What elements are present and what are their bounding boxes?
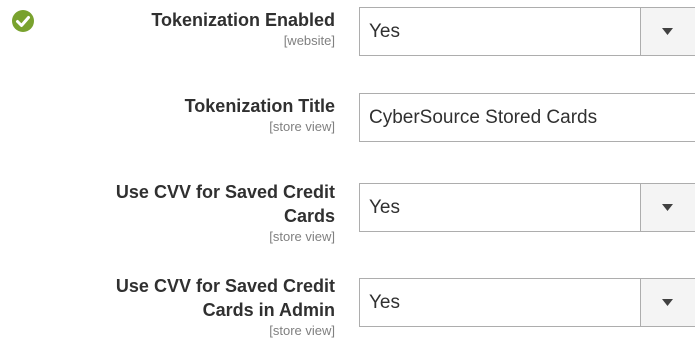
select-value: Yes: [369, 197, 400, 218]
use-cvv-admin-select[interactable]: Yes: [359, 278, 695, 327]
triangle-down-icon: [662, 204, 673, 211]
select-arrow-button[interactable]: [640, 279, 695, 326]
field-label: Tokenization Enabled [website]: [35, 8, 335, 50]
triangle-down-icon: [662, 299, 673, 306]
field-label-line2: Cards in Admin: [202, 300, 335, 320]
field-label-line2: Cards: [283, 206, 335, 226]
config-row-use-cvv: Use CVV for Saved Credit Cards [store vi…: [0, 175, 695, 260]
use-cvv-select[interactable]: Yes: [359, 183, 695, 232]
select-value: Yes: [369, 21, 400, 42]
select-arrow-button[interactable]: [640, 8, 695, 55]
triangle-down-icon: [662, 28, 673, 35]
scope-label: [store view]: [269, 323, 335, 338]
config-form: Tokenization Enabled [website] Yes Token…: [0, 0, 695, 358]
input-value: CyberSource Stored Cards: [369, 107, 598, 128]
config-row-tokenization-title: Tokenization Title [store view] CyberSou…: [0, 85, 695, 155]
config-row-tokenization-enabled: Tokenization Enabled [website] Yes: [0, 0, 695, 70]
field-label-text: Tokenization Title: [184, 96, 335, 116]
field-label: Tokenization Title [store view]: [35, 94, 335, 136]
scope-label: [store view]: [269, 229, 335, 244]
tokenization-enabled-select[interactable]: Yes: [359, 7, 695, 56]
scope-label: [store view]: [269, 119, 335, 134]
field-label-text: Tokenization Enabled: [151, 10, 335, 30]
check-circle-icon: [12, 10, 34, 32]
config-row-use-cvv-admin: Use CVV for Saved Credit Cards in Admin …: [0, 270, 695, 358]
field-label: Use CVV for Saved Credit Cards in Admin …: [35, 274, 335, 340]
field-label: Use CVV for Saved Credit Cards [store vi…: [35, 180, 335, 246]
select-value: Yes: [369, 292, 400, 313]
scope-label: [website]: [283, 33, 335, 48]
field-label-line1: Use CVV for Saved Credit: [115, 182, 335, 202]
select-arrow-button[interactable]: [640, 184, 695, 231]
field-label-line1: Use CVV for Saved Credit: [115, 276, 335, 296]
tokenization-title-input[interactable]: CyberSource Stored Cards: [359, 93, 695, 142]
